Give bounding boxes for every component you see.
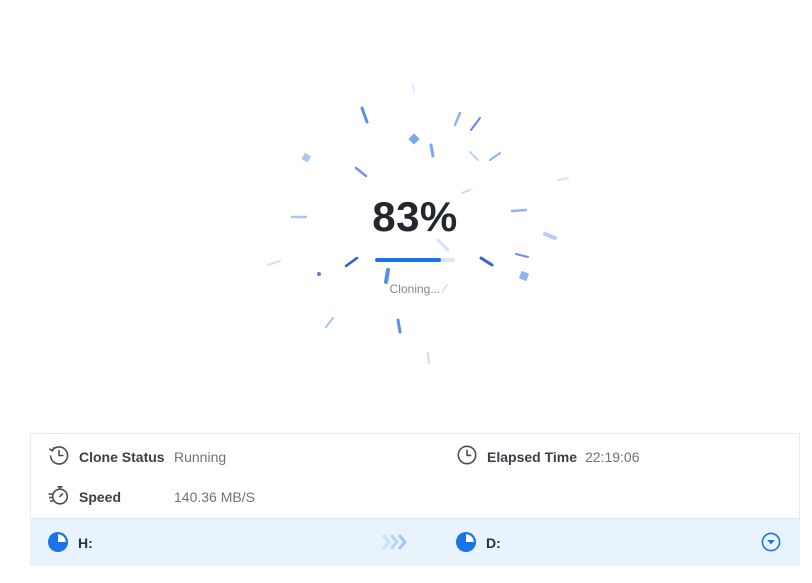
clone-status-value: Running [174,449,227,465]
clone-progress-window: 83% Cloning... Clone Status Running Elap… [0,0,812,583]
progress-status-text: Cloning... [389,282,441,296]
expand-details-button[interactable] [761,532,781,552]
chevrons-right-icon [381,534,407,550]
elapsed-time-label: Elapsed Time [487,449,578,465]
target-drive-pie-icon [456,532,476,552]
clock-history-icon [49,446,69,465]
source-drive-label: H: [78,535,93,551]
stopwatch-icon [48,486,69,505]
speed-value: 140.36 MB/S [174,489,255,505]
progress-bar [375,258,455,262]
speed-label: Speed [79,489,122,505]
progress-percent: 83% [372,193,458,240]
elapsed-time-value: 22:19:06 [585,449,640,465]
clone-status-label: Clone Status [79,449,165,465]
progress-hero: 83% Cloning... [300,190,530,296]
progress-bar-fill [375,258,442,262]
source-drive-pie-icon [48,532,68,552]
clock-icon [457,445,477,465]
target-drive-label: D: [486,535,501,551]
drive-bar: H: D: [30,518,800,566]
